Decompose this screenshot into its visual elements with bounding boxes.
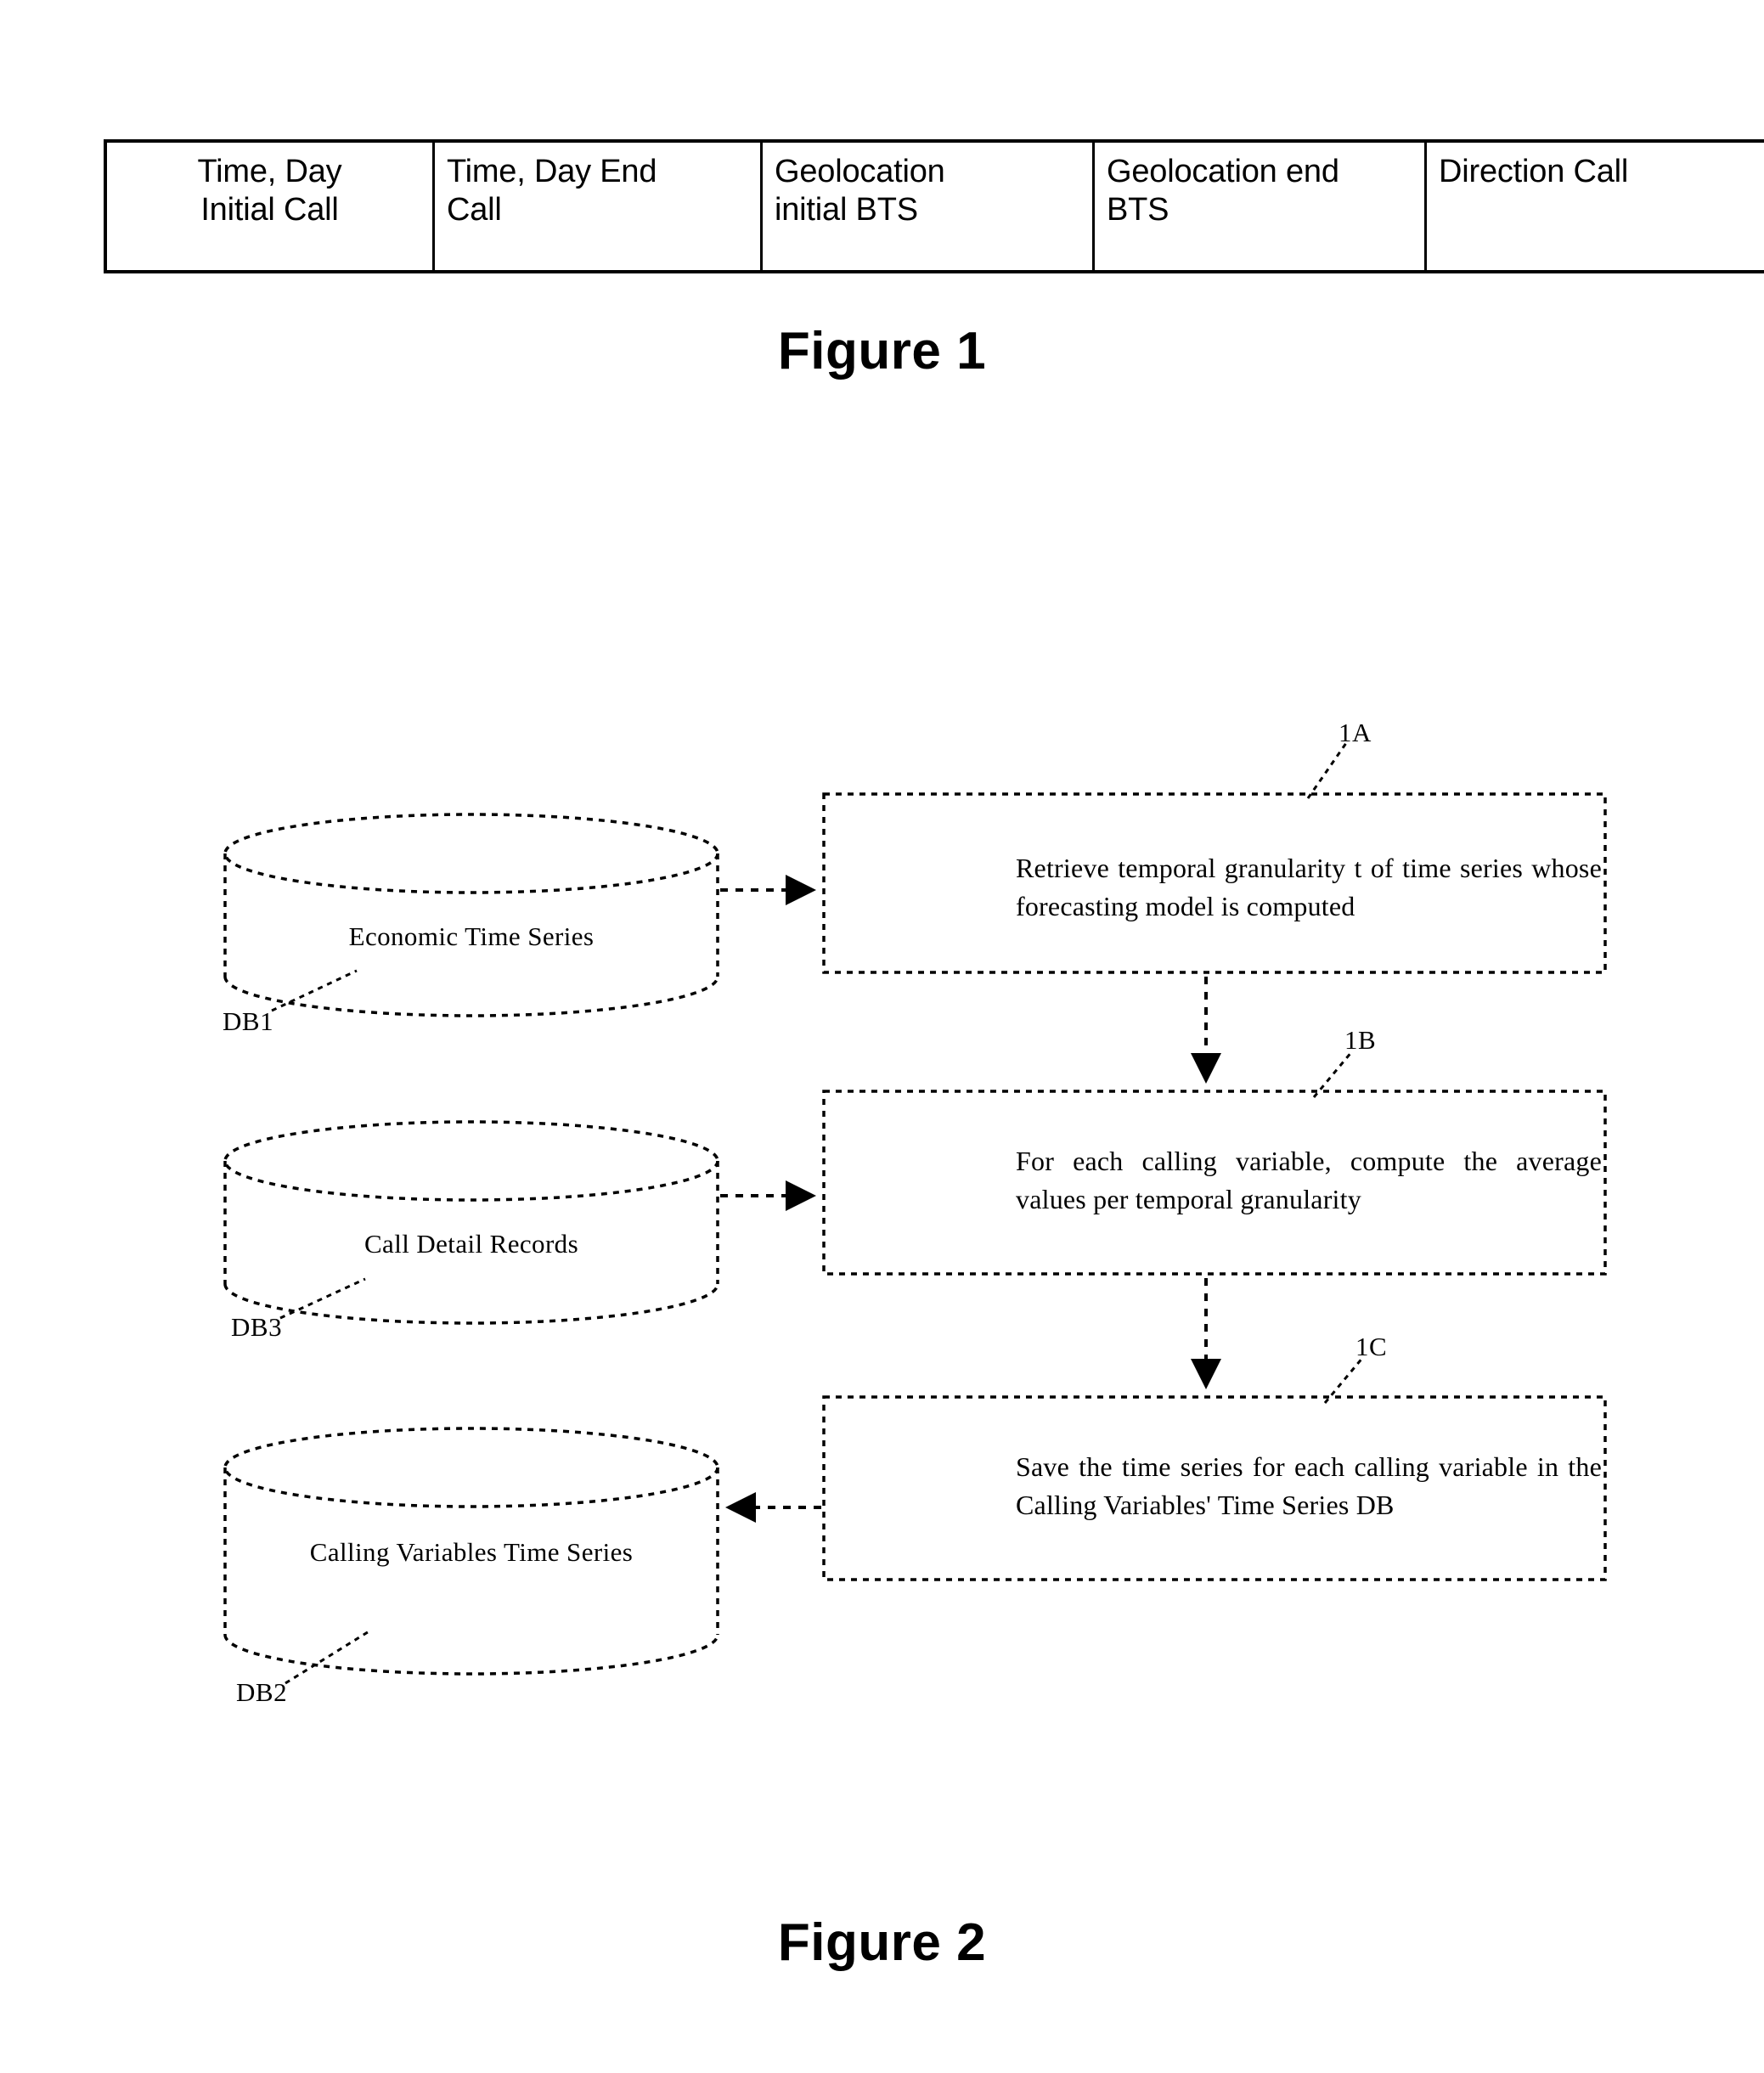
db1-reference-number: DB1 <box>223 1006 274 1036</box>
step-1b-text: For each calling variable, compute the a… <box>1016 1146 1602 1215</box>
cell-line-1: Geolocation <box>775 154 945 189</box>
step-1a-reference-number: 1A <box>1338 718 1372 747</box>
table-cell-geolocation-initial-bts: Geolocation initial BTS <box>760 141 1095 272</box>
step-1c-reference-number: 1C <box>1355 1332 1388 1361</box>
cell-line-1: Direction Call <box>1439 154 1629 189</box>
db2-leader-line <box>285 1629 371 1685</box>
table-cell-geolocation-end-bts: Geolocation end BTS <box>1092 141 1427 272</box>
cell-line-1: Time, Day End <box>447 154 657 189</box>
db2-reference-number: DB2 <box>236 1677 288 1707</box>
cell-line-2: Initial Call <box>200 191 339 228</box>
db3-label: Call Detail Records <box>364 1229 579 1259</box>
db3-leader-line <box>279 1277 366 1320</box>
db1-leader-line <box>271 969 358 1012</box>
db1-label: Economic Time Series <box>348 921 595 951</box>
db3-reference-number: DB3 <box>231 1312 283 1342</box>
figure-2-caption: Figure 2 <box>777 1913 987 1972</box>
step-1b-leader-line <box>1312 1051 1354 1098</box>
table-cell-time-day-initial-call: Time, Day Initial Call <box>105 141 435 272</box>
table-cell-time-day-end-call: Time, Day End Call <box>432 141 763 272</box>
db3-cylinder <box>223 1120 719 1325</box>
cell-line-1: Geolocation end <box>1107 154 1339 189</box>
cell-line-2: initial BTS <box>775 191 918 228</box>
cell-line-1: Time, Day <box>197 154 342 189</box>
step-1a-leader-line <box>1306 742 1348 799</box>
step-1b-reference-number: 1B <box>1344 1025 1377 1055</box>
cell-line-2: Call <box>447 191 502 228</box>
figure-1-caption: Figure 1 <box>777 322 987 380</box>
step-1c-text: Save the time series for each calling va… <box>1016 1451 1602 1521</box>
table-cell-direction-call: Direction Call <box>1424 141 1764 272</box>
table-row: Time, Day Initial Call Time, Day End Cal… <box>105 141 1764 272</box>
db2-label: Calling Variables Time Series <box>309 1537 634 1567</box>
call-record-fields-table: Time, Day Initial Call Time, Day End Cal… <box>104 139 1764 273</box>
step-1c-leader-line <box>1323 1356 1365 1404</box>
step-1a-text: Retrieve temporal granularity t of time … <box>1016 853 1602 922</box>
db1-cylinder <box>223 813 719 1017</box>
cell-line-2: BTS <box>1107 191 1169 228</box>
